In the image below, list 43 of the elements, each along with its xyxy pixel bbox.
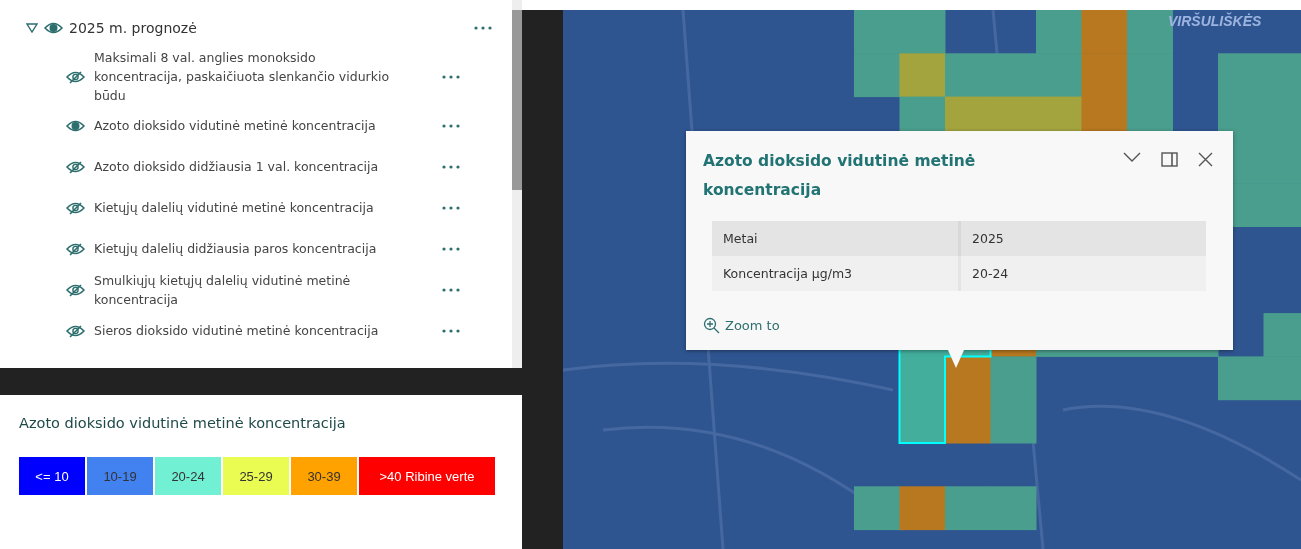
field-value-cell: 20-24	[959, 256, 1206, 291]
eye-icon[interactable]	[44, 21, 63, 35]
legend-swatch: >40 Ribine verte	[359, 457, 495, 495]
legend-swatch: 30-39	[291, 457, 357, 495]
more-options-icon[interactable]	[442, 74, 460, 79]
layer-title[interactable]: Sieros dioksido vidutinė metinė koncentracija	[94, 321, 394, 340]
legend-swatch: 25-29	[223, 457, 289, 495]
more-options-icon[interactable]	[442, 164, 460, 169]
more-options-icon[interactable]	[442, 246, 460, 251]
field-name-cell: Metai	[712, 221, 960, 256]
eye-slash-icon[interactable]	[66, 323, 85, 338]
caret-down-icon[interactable]	[26, 23, 38, 33]
dock-panel-icon[interactable]	[1161, 152, 1178, 167]
legend-swatch: <= 10	[19, 457, 85, 495]
layer-title[interactable]: Azoto dioksido didžiausia 1 val. koncentracija	[94, 157, 394, 176]
layer-title[interactable]: Maksimali 8 val. anglies monoksido koncentracija, paskaičiuota slenkančio vidurkio būdu	[94, 48, 394, 105]
popup-title: Azoto dioksido vidutinė metinė koncentracija	[703, 151, 977, 201]
legend-title: Azoto dioksido vidutinė metinė koncentracija	[19, 415, 346, 431]
layer-group-title[interactable]: 2025 m. prognozė	[69, 20, 468, 36]
zoom-to-link[interactable]: Zoom to	[703, 317, 780, 334]
more-options-icon[interactable]	[442, 123, 460, 128]
layer-title[interactable]: Azoto dioksido vidutinė metinė koncentracija	[94, 116, 394, 135]
more-options-icon[interactable]	[442, 287, 460, 292]
more-options-icon[interactable]	[442, 328, 460, 333]
eye-slash-icon[interactable]	[66, 282, 85, 297]
layer-title[interactable]: Kietųjų dalelių vidutinė metinė koncentracija	[94, 198, 394, 217]
zoom-in-icon	[703, 317, 720, 334]
eye-slash-icon[interactable]	[66, 69, 85, 84]
scrollbar[interactable]	[512, 0, 522, 368]
field-name-cell: Koncentracija µg/m3	[712, 256, 960, 291]
field-value-cell: 2025	[959, 221, 1206, 256]
more-options-icon[interactable]	[474, 26, 492, 30]
legend-swatch: 10-19	[87, 457, 153, 495]
eye-slash-icon[interactable]	[66, 241, 85, 256]
eye-icon[interactable]	[66, 118, 85, 133]
layer-title[interactable]: Smulkiųjų kietųjų dalelių vidutinė metinė koncentracija	[94, 270, 394, 309]
more-options-icon[interactable]	[442, 205, 460, 210]
layer-title[interactable]: Kietųjų dalelių didžiausia paros koncentracija	[94, 239, 394, 258]
legend-swatch: 20-24	[155, 457, 221, 495]
chevron-down-icon[interactable]	[1123, 152, 1141, 162]
eye-slash-icon[interactable]	[66, 159, 85, 174]
close-icon[interactable]	[1198, 152, 1213, 167]
eye-slash-icon[interactable]	[66, 200, 85, 215]
